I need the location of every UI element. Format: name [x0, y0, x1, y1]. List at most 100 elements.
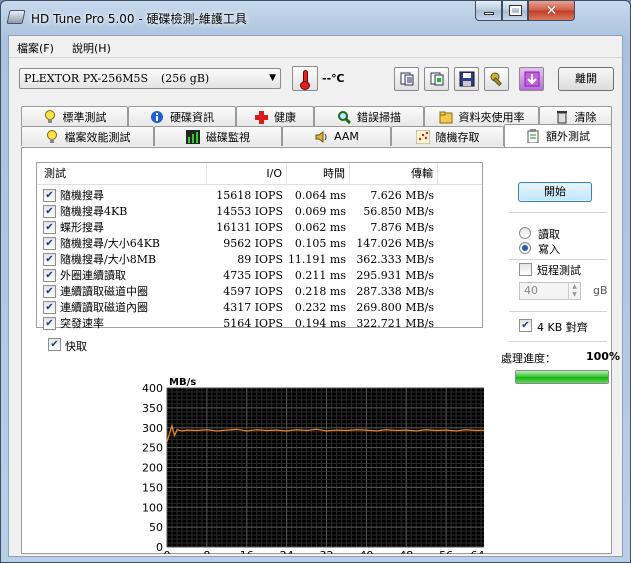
tab-erase[interactable]: 清除 — [539, 106, 612, 126]
table-row[interactable]: ✔ 隨機搜尋/大小64KB 9562 IOPS 0.105 ms 147.026 MB/… — [37, 236, 482, 252]
transfer-value: 56.850 MB/s — [363, 205, 434, 218]
progress-label: 處理進度： — [501, 352, 556, 365]
y-tick-label: 400 — [142, 382, 163, 395]
save-button[interactable] — [454, 67, 479, 91]
tab-label: 額外測試 — [546, 130, 590, 143]
copy-screenshot-button[interactable] — [424, 67, 449, 91]
test-checkbox[interactable]: ✔ — [43, 189, 56, 202]
table-row[interactable]: ✔ 連續讀取磁道中圈 4597 IOPS 0.218 ms 287.338 MB/s — [37, 284, 482, 300]
folder-icon — [439, 111, 452, 123]
test-checkbox[interactable]: ✔ — [43, 269, 56, 282]
divider — [509, 259, 607, 260]
test-checkbox[interactable]: ✔ — [43, 205, 56, 218]
table-row[interactable]: ✔ 外圈連續讀取 4735 IOPS 0.211 ms 295.931 MB/s — [37, 268, 482, 284]
menu-file[interactable]: 檔案(F) — [17, 40, 54, 56]
table-row[interactable]: ✔ 連續讀取磁道內圈 4317 IOPS 0.232 ms 269.800 MB/s — [37, 300, 482, 316]
exit-button[interactable]: 離開 — [558, 67, 614, 91]
align-4kb-checkbox[interactable]: ✔ — [519, 319, 532, 332]
results-table: 測試 I/O 時間 傳輸 ✔ 隨機搜尋 15618 IOPS 0.064 ms 7.62… — [36, 162, 483, 330]
y-tick-label: 100 — [142, 501, 163, 514]
transfer-value: 269.800 MB/s — [356, 301, 434, 314]
io-value: 4735 IOPS — [223, 269, 283, 282]
test-checkbox[interactable]: ✔ — [43, 237, 56, 250]
table-row[interactable]: ✔ 蝶形搜尋 16131 IOPS 0.062 ms 7.876 MB/s — [37, 220, 482, 236]
spin-up-icon[interactable]: ▲ — [568, 283, 580, 291]
column-header-io[interactable]: I/O — [207, 163, 287, 184]
read-radio[interactable] — [519, 227, 531, 239]
tab-label: 資料夾使用率 — [458, 110, 525, 124]
drive-select[interactable]: PLEXTOR PX-256M5S (256 gB) ▼ — [19, 68, 281, 89]
y-axis-label: MB/s — [169, 377, 196, 388]
trash-icon — [556, 110, 567, 123]
options-pane: 開始 讀取 寫入 短程測試 40 ▲ ▼ gB ✔ 4 KB 對齊 處理進度： … — [499, 148, 620, 553]
magnifier-icon — [338, 110, 351, 124]
tab-aam[interactable]: AAM — [282, 126, 391, 146]
test-checkbox[interactable]: ✔ — [43, 253, 56, 266]
short-test-size-input[interactable]: 40 ▲ ▼ — [519, 282, 581, 300]
progress-fill — [516, 371, 608, 383]
info-icon — [151, 110, 163, 123]
download-button[interactable] — [519, 67, 544, 91]
menu-help[interactable]: 說明(H) — [72, 40, 111, 56]
tab-disk-monitor[interactable]: 磁碟監視 — [154, 126, 282, 146]
title-bar[interactable]: HD Tune Pro 5.00 - 硬碟檢測-維護工具 ✕ — [1, 1, 630, 35]
tab-label: 隨機存取 — [435, 130, 480, 144]
tab-extra-tests[interactable]: 額外測試 — [504, 124, 612, 147]
lightbulb-icon — [44, 109, 55, 123]
short-test-label: 短程測試 — [537, 264, 581, 277]
tab-label: 磁碟監視 — [206, 130, 250, 144]
test-checkbox[interactable]: ✔ — [43, 317, 56, 330]
test-checkbox[interactable]: ✔ — [43, 285, 56, 298]
tab-file-benchmark[interactable]: 檔案效能測試 — [21, 126, 154, 146]
io-value: 5164 IOPS — [223, 317, 283, 330]
copy-screenshot-icon — [430, 72, 443, 86]
table-row[interactable]: ✔ 突發速率 5164 IOPS 0.194 ms 322.721 MB/s — [37, 316, 482, 332]
hard-disk-icon — [6, 10, 26, 24]
copy-text-button[interactable] — [394, 67, 419, 91]
progress-percent: 100% — [586, 350, 620, 363]
table-row[interactable]: ✔ 隨機搜尋 15618 IOPS 0.064 ms 7.626 MB/s — [37, 188, 482, 204]
tab-label: 健康 — [274, 110, 296, 124]
tab-health[interactable]: 健康 — [236, 106, 314, 126]
start-button[interactable]: 開始 — [518, 182, 592, 202]
thermometer-icon[interactable] — [292, 66, 318, 91]
transfer-value: 295.931 MB/s — [356, 269, 434, 282]
table-row[interactable]: ✔ 隨機搜尋/大小8MB 89 IOPS 11.191 ms 362.333 MB/s — [37, 252, 482, 268]
minimize-button[interactable] — [475, 1, 502, 21]
tab-drive-info[interactable]: 硬碟資訊 — [128, 106, 236, 126]
tab-folder-usage[interactable]: 資料夾使用率 — [424, 106, 539, 126]
time-value: 0.211 ms — [294, 269, 346, 282]
options-button[interactable] — [484, 67, 509, 91]
time-value: 11.191 ms — [287, 253, 346, 266]
test-checkbox[interactable]: ✔ — [43, 301, 56, 314]
x-tick-label: 40 — [359, 549, 373, 554]
column-header-transfer[interactable]: 傳輸 — [350, 163, 438, 184]
test-name: 隨機搜尋4KB — [60, 205, 128, 218]
write-radio[interactable] — [519, 242, 531, 254]
tab-benchmark[interactable]: 標準測試 — [21, 106, 128, 126]
time-value: 0.064 ms — [294, 189, 346, 202]
speaker-icon — [315, 130, 327, 143]
spin-down-icon[interactable]: ▼ — [568, 291, 580, 299]
tab-label: 錯誤掃描 — [357, 110, 401, 124]
time-value: 0.062 ms — [294, 221, 346, 234]
client-area: 檔案(F) 說明(H) PLEXTOR PX-256M5S (256 gB) ▼… — [8, 35, 623, 562]
test-checkbox[interactable]: ✔ — [43, 221, 56, 234]
test-name: 外圈連續讀取 — [60, 269, 126, 282]
align-4kb-label: 4 KB 對齊 — [537, 321, 588, 334]
column-header-time[interactable]: 時間 — [287, 163, 350, 184]
short-test-checkbox[interactable] — [519, 263, 532, 276]
table-row[interactable]: ✔ 隨機搜尋4KB 14553 IOPS 0.069 ms 56.850 MB/s — [37, 204, 482, 220]
io-value: 4597 IOPS — [223, 285, 283, 298]
cache-checkbox[interactable]: ✔ — [48, 338, 61, 351]
x-tick-label: 64MB — [470, 549, 484, 554]
close-button[interactable]: ✕ — [528, 1, 575, 21]
tab-error-scan[interactable]: 錯誤掃描 — [314, 106, 424, 126]
transfer-value: 287.338 MB/s — [356, 285, 434, 298]
wrench-icon — [490, 72, 502, 87]
column-header-test[interactable]: 測試 — [37, 163, 207, 184]
maximize-button[interactable] — [502, 1, 528, 21]
app-window: HD Tune Pro 5.00 - 硬碟檢測-維護工具 ✕ 檔案(F) 說明(… — [0, 0, 631, 563]
y-tick-label: 300 — [142, 422, 163, 435]
tab-random-access[interactable]: 隨機存取 — [391, 126, 504, 146]
